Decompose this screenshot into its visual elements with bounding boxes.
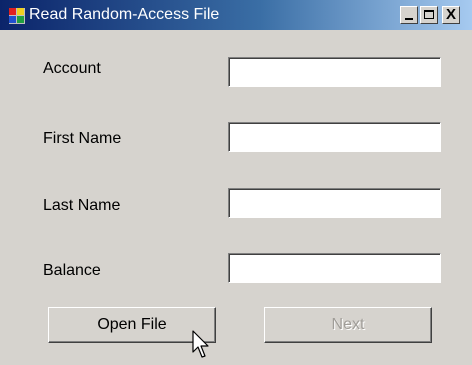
minimize-button[interactable] — [400, 6, 418, 24]
first-name-label: First Name — [43, 130, 122, 147]
account-field[interactable] — [228, 57, 441, 87]
close-icon: X — [445, 6, 456, 23]
close-button[interactable]: X — [442, 6, 460, 24]
window-title: Read Random-Access File — [29, 6, 220, 23]
read-random-access-file-window: Read Random-Access File X Account First … — [0, 0, 472, 365]
minimize-icon — [405, 18, 413, 20]
maximize-icon — [424, 10, 434, 19]
next-button[interactable]: Next — [264, 307, 432, 343]
balance-label: Balance — [43, 262, 101, 279]
title-bar[interactable]: Read Random-Access File X — [0, 0, 472, 30]
arrow-cursor-icon — [192, 330, 209, 358]
balance-field[interactable] — [228, 253, 441, 283]
first-name-field[interactable] — [228, 122, 441, 152]
account-label: Account — [43, 60, 101, 77]
maximize-button[interactable] — [420, 6, 438, 24]
app-icon[interactable] — [9, 8, 25, 24]
last-name-label: Last Name — [43, 197, 121, 214]
last-name-field[interactable] — [228, 188, 441, 218]
